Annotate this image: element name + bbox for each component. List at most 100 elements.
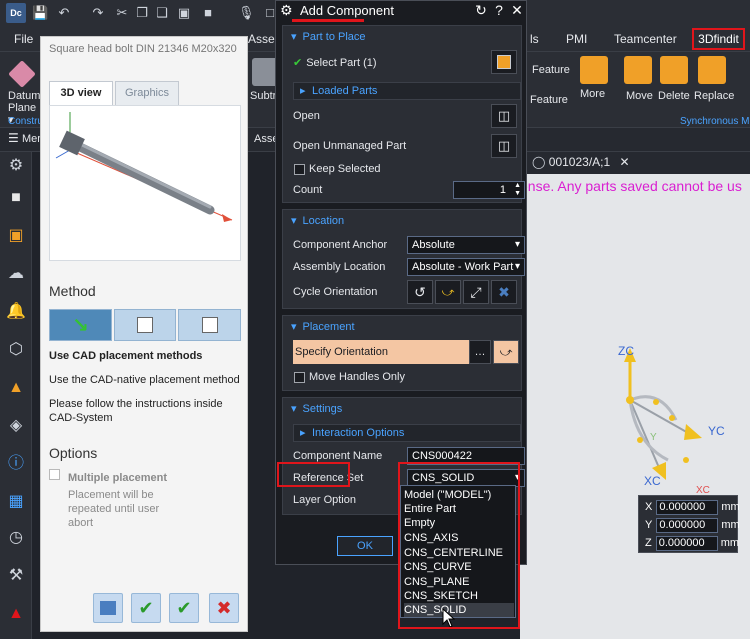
component-anchor-select[interactable]: Absolute <box>407 236 525 254</box>
menu-assemblies[interactable]: Asse <box>248 32 275 46</box>
rotation-arc-xy[interactable] <box>628 399 669 462</box>
tab-3d-view[interactable]: 3D view <box>49 81 113 105</box>
count-spinner[interactable]: ▲ ▼ <box>514 182 521 198</box>
coord-z-input[interactable]: 0.000000 <box>655 535 718 551</box>
open-unmanaged-button[interactable]: ◫ <box>491 134 517 158</box>
reset-icon[interactable]: ↻ <box>474 2 488 19</box>
reference-set-option-cns-curve[interactable]: CNS_CURVE <box>404 560 514 574</box>
arc-handle-1[interactable] <box>653 399 659 405</box>
arc-handle-2[interactable] <box>669 415 675 421</box>
orientation-triad-button[interactable]: ⤻ <box>493 340 519 364</box>
reverse-direction-button[interactable]: ⤢ <box>463 280 489 304</box>
move-handles-only-label[interactable]: Move Handles Only <box>309 371 405 383</box>
interaction-options-subsection[interactable]: Interaction Options <box>293 424 521 442</box>
confirm-button[interactable]: ✔ <box>169 593 199 623</box>
undo-icon[interactable]: ↶ <box>56 5 72 21</box>
select-part-button[interactable] <box>491 50 517 74</box>
settings-header[interactable]: Settings <box>291 402 343 415</box>
menu-3dfindit[interactable]: 3Dfindit <box>692 28 745 50</box>
replace-icon[interactable] <box>698 56 726 84</box>
reference-set-option-cns-centerline[interactable]: CNS_CENTERLINE <box>404 546 514 560</box>
coord-x-input[interactable]: 0.000000 <box>656 499 719 515</box>
paste-icon[interactable]: ❑ <box>154 5 170 21</box>
dialog-title-bar[interactable]: ⚙ Add Component ↻ ? ✕ <box>276 1 526 22</box>
roles-icon[interactable]: ◈ <box>6 416 26 436</box>
assembly-location-select[interactable]: Absolute - Work Part <box>407 258 525 276</box>
clipboard-icon[interactable]: ▣ <box>176 5 192 21</box>
count-input[interactable]: 1 ▲ ▼ <box>453 181 525 199</box>
feature-label-2[interactable]: Feature <box>530 94 568 106</box>
open-button[interactable]: ◫ <box>491 104 517 128</box>
menu-pmi[interactable]: PMI <box>566 32 587 46</box>
close-tab-icon[interactable]: ✕ <box>620 155 630 169</box>
file-tab[interactable]: ◯ 001023/A;1 ✕ <box>532 155 630 169</box>
reuse-library-icon[interactable]: ⬡ <box>6 340 26 360</box>
move-label[interactable]: Move <box>626 90 653 102</box>
more-label[interactable]: More <box>580 88 605 100</box>
more-icon[interactable] <box>580 56 608 84</box>
part-icon[interactable]: ■ <box>200 5 216 21</box>
assembly-navigator-icon[interactable]: ▣ <box>6 226 26 246</box>
reference-set-option-model[interactable]: Model ("MODEL") <box>404 488 514 502</box>
feature-label-1[interactable]: Feature <box>532 64 570 76</box>
coord-y-input[interactable]: 0.000000 <box>656 517 719 533</box>
align-button[interactable]: ✖ <box>491 280 517 304</box>
keep-selected-checkbox[interactable] <box>294 164 305 175</box>
origin-handle[interactable] <box>626 396 634 404</box>
cube-placement-method-button[interactable] <box>178 309 242 341</box>
apply-repeat-button[interactable]: ✔ <box>131 593 161 623</box>
history-icon[interactable]: ▲ <box>6 378 26 398</box>
reference-set-option-cns-sketch[interactable]: CNS_SKETCH <box>404 589 514 603</box>
move-handles-only-checkbox[interactable] <box>294 372 305 383</box>
app-icon[interactable]: Dc <box>6 3 26 23</box>
reference-set-option-cns-axis[interactable]: CNS_AXIS <box>404 531 514 545</box>
cancel-button[interactable]: ✖ <box>209 593 239 623</box>
delete-icon[interactable] <box>660 56 688 84</box>
multiple-placement-checkbox[interactable] <box>49 469 60 480</box>
redo-icon[interactable]: ↷ <box>90 5 106 21</box>
location-header[interactable]: Location <box>291 214 345 227</box>
save-icon[interactable]: 💾 <box>32 5 48 21</box>
close-icon[interactable]: ✕ <box>510 2 524 19</box>
box-placement-method-button[interactable] <box>113 309 177 341</box>
3dfindit-icon[interactable]: ▲ <box>6 604 26 624</box>
y-axis-arrow[interactable] <box>684 424 702 440</box>
gear-icon[interactable]: ⚙ <box>280 2 293 19</box>
menu-teamcenter[interactable]: Teamcenter <box>614 32 677 46</box>
loaded-parts-subsection[interactable]: Loaded Parts <box>293 82 521 100</box>
tools-icon[interactable]: ⚒ <box>6 566 26 586</box>
cut-icon[interactable]: ✂ <box>114 5 130 21</box>
specify-orientation-field[interactable]: Specify Orientation <box>293 340 475 364</box>
multiple-placement-label[interactable]: Multiple placement <box>68 471 167 485</box>
reference-set-option-cns-solid[interactable]: CNS_SOLID <box>404 603 514 617</box>
arc-handle-3[interactable] <box>637 437 643 443</box>
info-icon[interactable]: ⓘ <box>6 454 26 474</box>
web-browser-icon[interactable]: ▦ <box>6 492 26 512</box>
settings-icon[interactable]: ⚙ <box>6 156 26 176</box>
menu-file[interactable]: File <box>14 32 33 46</box>
clock-icon[interactable]: ◷ <box>6 528 26 548</box>
orientation-options-button[interactable]: … <box>469 340 491 364</box>
place-part-button[interactable] <box>93 593 123 623</box>
arc-handle-4[interactable] <box>683 457 689 463</box>
tab-graphics[interactable]: Graphics <box>115 81 179 105</box>
datum-plane-icon[interactable] <box>8 60 36 88</box>
delete-label[interactable]: Delete <box>658 90 690 102</box>
component-name-input[interactable]: CNS000422 <box>407 447 525 465</box>
menu-tools[interactable]: ls <box>530 32 539 46</box>
reference-set-option-empty[interactable]: Empty <box>404 516 514 530</box>
replace-label[interactable]: Replace <box>694 90 734 102</box>
keep-selected-label[interactable]: Keep Selected <box>309 163 381 175</box>
orient-axes-button[interactable]: ⤻ <box>435 280 461 304</box>
menu-icon[interactable]: ☰ <box>8 131 19 145</box>
reference-set-option-cns-plane[interactable]: CNS_PLANE <box>404 575 514 589</box>
subtract-label[interactable]: Subtr <box>250 90 276 102</box>
reference-set-option-entire-part[interactable]: Entire Part <box>404 502 514 516</box>
select-part-row[interactable]: ✔ Select Part (1) <box>293 56 377 69</box>
microphone-icon[interactable]: 🎙 <box>238 5 255 21</box>
cad-placement-method-button[interactable]: ↘ <box>49 309 112 341</box>
move-icon[interactable] <box>624 56 652 84</box>
cycle-orientation-button[interactable]: ↺ <box>407 280 433 304</box>
ok-button[interactable]: OK <box>337 536 393 556</box>
3d-preview[interactable] <box>49 105 241 261</box>
